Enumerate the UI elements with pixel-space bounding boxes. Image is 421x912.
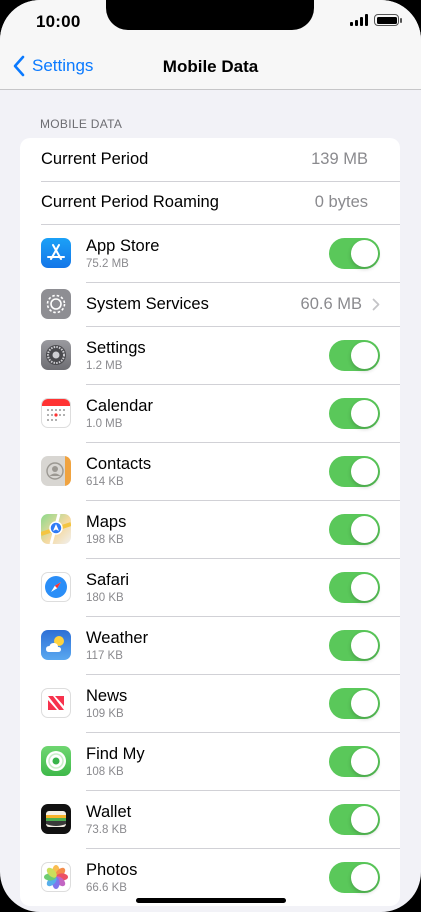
app-name: Calendar (86, 396, 153, 415)
photos-toggle[interactable] (329, 861, 380, 893)
settings-toggle[interactable] (329, 339, 380, 371)
app-data-usage: 614 KB (86, 475, 124, 488)
app-data-usage: 1.2 MB (86, 359, 123, 372)
app-data-usage: 198 KB (86, 533, 124, 546)
contacts-toggle[interactable] (329, 455, 380, 487)
usage-label: Current Period (41, 150, 149, 168)
chevron-right-icon (372, 298, 380, 310)
signal-icon (350, 14, 368, 26)
app-name: App Store (86, 236, 160, 255)
app-name: News (86, 686, 128, 705)
news-toggle[interactable] (329, 687, 380, 719)
app-data-usage: 73.8 KB (86, 823, 127, 836)
status-bar: 10:00 (0, 0, 421, 44)
battery-icon (374, 14, 402, 26)
usage-value: 0 bytes (314, 193, 368, 211)
find-my-toggle[interactable] (329, 745, 380, 777)
wallet-icon (41, 804, 71, 834)
settings-content[interactable]: MOBILE DATA Current Period 139 MB Curren… (0, 90, 421, 912)
app-data-usage: 117 KB (86, 649, 123, 662)
app-data-usage: 180 KB (86, 591, 124, 604)
app-name: Photos (86, 860, 138, 879)
app-row-system-services[interactable]: System Services 60.6 MB (20, 282, 400, 326)
app-row-wallet: Wallet 73.8 KB (20, 790, 400, 848)
app-row-safari: Safari 180 KB (20, 558, 400, 616)
app-data-usage: 109 KB (86, 707, 124, 720)
find-my-icon (41, 746, 71, 776)
home-indicator[interactable] (136, 898, 286, 903)
app-name: Maps (86, 512, 127, 531)
settings-icon (41, 340, 71, 370)
app-row-weather: Weather 117 KB (20, 616, 400, 674)
app-name: Settings (86, 338, 146, 357)
app-row-settings: Settings 1.2 MB (20, 326, 400, 384)
maps-toggle[interactable] (329, 513, 380, 545)
safari-icon (41, 572, 71, 602)
app-name: Find My (86, 744, 145, 763)
mobile-data-group: Current Period 139 MB Current Period Roa… (20, 138, 400, 906)
system-services-icon (41, 289, 71, 319)
app-name: System Services (86, 295, 209, 313)
app-row-maps: Maps 198 KB (20, 500, 400, 558)
app-data-usage: 66.6 KB (86, 881, 127, 894)
phone-screen: 10:00 Settings Mobile Data MOBILE DATA C… (0, 0, 421, 912)
app-name: Contacts (86, 454, 152, 473)
app-name: Safari (86, 570, 130, 589)
notch (106, 0, 314, 30)
section-header: MOBILE DATA (40, 117, 123, 131)
calendar-icon (41, 398, 71, 428)
status-time: 10:00 (36, 12, 81, 31)
app-store-icon (41, 238, 71, 268)
safari-toggle[interactable] (329, 571, 380, 603)
news-icon (41, 688, 71, 718)
app-row-contacts: Contacts 614 KB (20, 442, 400, 500)
app-row-calendar: Calendar 1.0 MB (20, 384, 400, 442)
app-name: Weather (86, 628, 149, 647)
app-row-app-store: App Store 75.2 MB (20, 224, 400, 282)
usage-row-roaming: Current Period Roaming 0 bytes (20, 181, 400, 224)
app-data-usage: 1.0 MB (86, 417, 123, 430)
status-icons (350, 14, 402, 26)
app-name: Wallet (86, 802, 132, 821)
app-row-find-my: Find My 108 KB (20, 732, 400, 790)
usage-value: 139 MB (311, 150, 368, 168)
wallet-toggle[interactable] (329, 803, 380, 835)
contacts-icon (41, 456, 71, 486)
page-title: Mobile Data (162, 57, 259, 76)
calendar-toggle[interactable] (329, 397, 380, 429)
app-data-usage: 75.2 MB (86, 257, 129, 270)
photos-icon (41, 862, 71, 892)
navigation-bar: Settings Mobile Data (0, 44, 421, 90)
weather-toggle[interactable] (329, 629, 380, 661)
maps-icon (41, 514, 71, 544)
app-store-toggle[interactable] (329, 237, 380, 269)
system-services-usage: 60.6 MB (300, 294, 362, 313)
app-data-usage: 108 KB (86, 765, 124, 778)
usage-label: Current Period Roaming (41, 193, 219, 211)
weather-icon (41, 630, 71, 660)
usage-row-current-period: Current Period 139 MB (20, 138, 400, 181)
app-row-news: News 109 KB (20, 674, 400, 732)
